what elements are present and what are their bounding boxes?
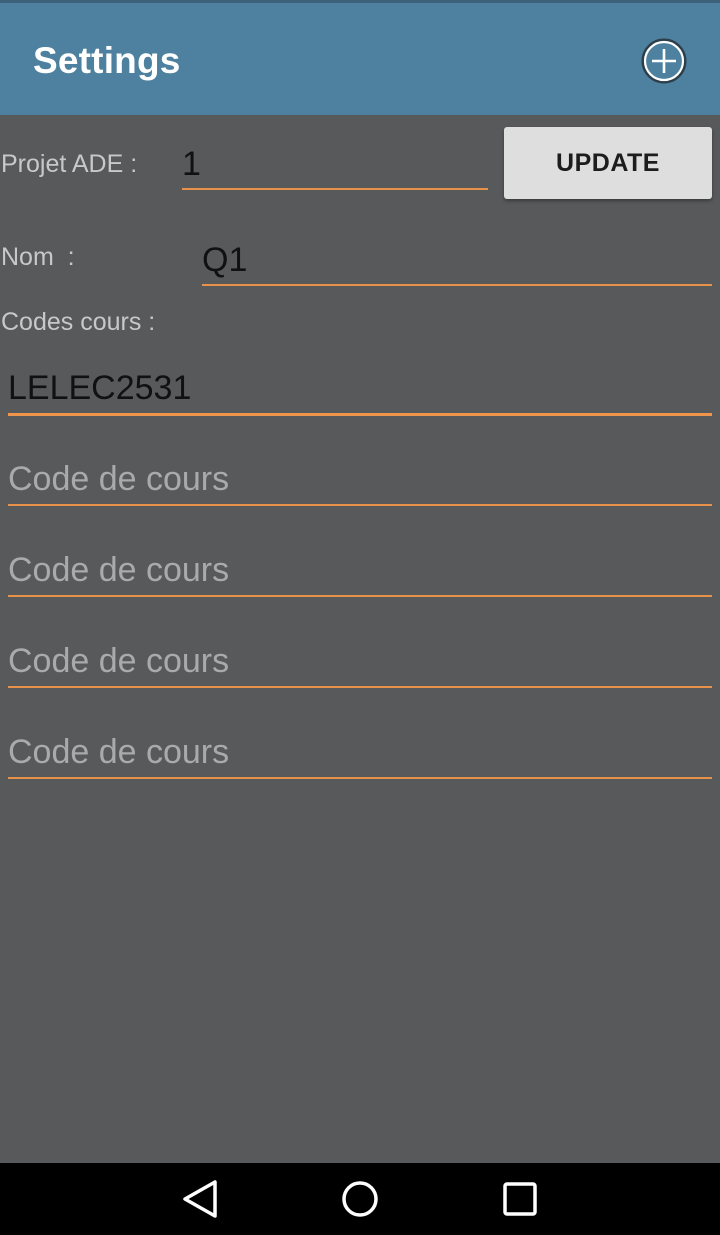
course-code-input-1[interactable] [8, 364, 712, 416]
circle-home-icon [342, 1181, 378, 1217]
course-code-input-4[interactable] [8, 637, 712, 688]
square-recents-icon [503, 1182, 537, 1216]
update-button[interactable]: UPDATE [504, 127, 712, 199]
add-button[interactable] [640, 37, 688, 85]
back-button[interactable] [178, 1177, 222, 1221]
settings-screen: Settings Projet ADE : UPDATE Nom : Codes… [0, 0, 720, 1235]
nom-input[interactable] [202, 236, 712, 286]
projet-ade-label: Projet ADE : [1, 150, 138, 178]
course-code-input-2[interactable] [8, 455, 712, 506]
codes-cours-label: Codes cours : [1, 308, 156, 336]
projet-ade-input[interactable] [182, 140, 488, 190]
navigation-bar [0, 1163, 720, 1235]
home-button[interactable] [338, 1177, 382, 1221]
plus-circle-icon [641, 38, 687, 84]
page-title: Settings [33, 40, 181, 81]
app-bar: Settings [0, 3, 720, 115]
course-code-input-5[interactable] [8, 728, 712, 779]
triangle-back-icon [183, 1180, 217, 1218]
recents-button[interactable] [498, 1177, 542, 1221]
course-code-input-3[interactable] [8, 546, 712, 597]
nom-label: Nom : [1, 243, 75, 271]
